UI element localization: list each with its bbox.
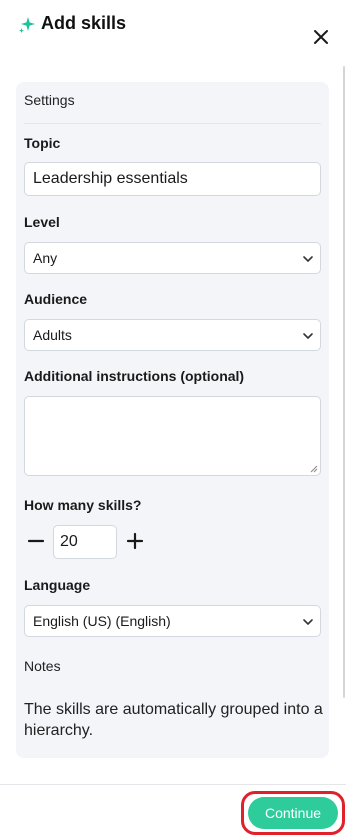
language-label: Language xyxy=(24,577,91,593)
level-label: Level xyxy=(24,214,60,230)
notes-text: The skills are automatically grouped int… xyxy=(24,701,323,739)
dialog-title: Add skills xyxy=(41,13,127,33)
chevron-down-icon xyxy=(303,256,313,263)
chevron-down-icon xyxy=(303,619,313,626)
level-select[interactable]: Any xyxy=(24,242,321,274)
plus-icon[interactable] xyxy=(124,530,146,552)
instructions-textarea[interactable] xyxy=(24,396,321,476)
dialog-header: Add skills xyxy=(0,0,346,70)
skill-count-label: How many skills? xyxy=(24,497,142,513)
close-icon[interactable] xyxy=(308,24,334,50)
footer-divider xyxy=(0,784,346,785)
minus-icon[interactable] xyxy=(25,530,47,552)
topic-label: Topic xyxy=(24,135,61,151)
language-select-value: English (US) (English) xyxy=(33,613,171,629)
instructions-label: Additional instructions (optional) xyxy=(24,368,245,384)
audience-select[interactable]: Adults xyxy=(24,319,321,351)
scrollbar[interactable] xyxy=(343,66,345,698)
skill-count-input[interactable]: 20 xyxy=(53,525,117,559)
sparkle-icon xyxy=(19,17,35,33)
chevron-down-icon xyxy=(303,333,313,340)
audience-label: Audience xyxy=(24,291,88,307)
resize-handle-icon[interactable] xyxy=(308,463,318,473)
continue-button[interactable]: Continue xyxy=(248,797,338,829)
audience-select-value: Adults xyxy=(33,327,72,343)
level-select-value: Any xyxy=(33,250,58,266)
settings-section-title: Settings xyxy=(24,92,75,108)
divider xyxy=(24,123,321,124)
topic-input[interactable]: Leadership essentials xyxy=(24,162,321,196)
notes-title: Notes xyxy=(24,658,61,674)
language-select[interactable]: English (US) (English) xyxy=(24,605,321,637)
